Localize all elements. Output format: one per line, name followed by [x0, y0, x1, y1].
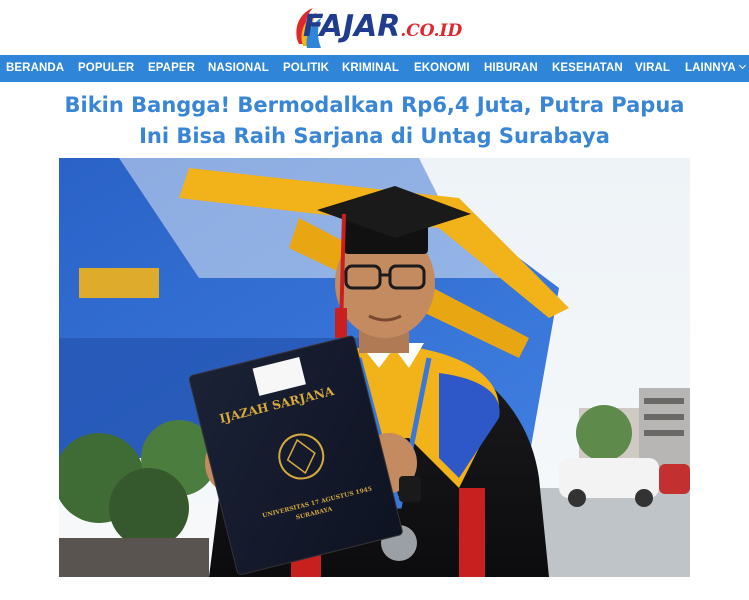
nav-item-lainnya-label: LAINNYA: [685, 62, 736, 74]
article-title[interactable]: Bikin Bangga! Bermodalkan Rp6,4 Juta, Pu…: [30, 90, 719, 152]
nav-item-ekonomi[interactable]: EKONOMI: [414, 62, 470, 74]
article-title-line1: Bikin Bangga! Bermodalkan Rp6,4 Juta, Pu…: [64, 93, 685, 117]
nav-item-viral[interactable]: VIRAL: [635, 62, 670, 74]
nav-item-hiburan[interactable]: HIBURAN: [484, 62, 538, 74]
nav-item-kriminal[interactable]: KRIMINAL: [342, 62, 399, 74]
nav-item-epaper[interactable]: EPAPER: [148, 62, 195, 74]
nav-item-populer[interactable]: POPULER: [78, 62, 134, 74]
logo-text: FAJAR.CO.ID: [303, 9, 463, 44]
nav-item-beranda[interactable]: BERANDA: [6, 62, 64, 74]
main-nav: BERANDA POPULER EPAPER NASIONAL POLITIK …: [0, 55, 749, 82]
nav-item-nasional[interactable]: NASIONAL: [208, 62, 269, 74]
nav-item-politik[interactable]: POLITIK: [283, 62, 329, 74]
chevron-down-icon: [738, 61, 746, 70]
site-header: FAJAR.CO.ID: [0, 0, 749, 55]
nav-item-kesehatan[interactable]: KESEHATAN: [552, 62, 623, 74]
logo-suffix: .CO.ID: [400, 21, 463, 41]
article-title-line2: Ini Bisa Raih Sarjana di Untag Surabaya: [139, 124, 610, 148]
article-photo[interactable]: IJAZAH SARJANA UNIVERSITAS 17 AGUSTUS 19…: [59, 158, 690, 577]
site-logo[interactable]: FAJAR.CO.ID: [291, 4, 463, 50]
graduate-photo-illustration: IJAZAH SARJANA UNIVERSITAS 17 AGUSTUS 19…: [59, 158, 690, 577]
nav-item-lainnya[interactable]: LAINNYA: [685, 61, 746, 74]
